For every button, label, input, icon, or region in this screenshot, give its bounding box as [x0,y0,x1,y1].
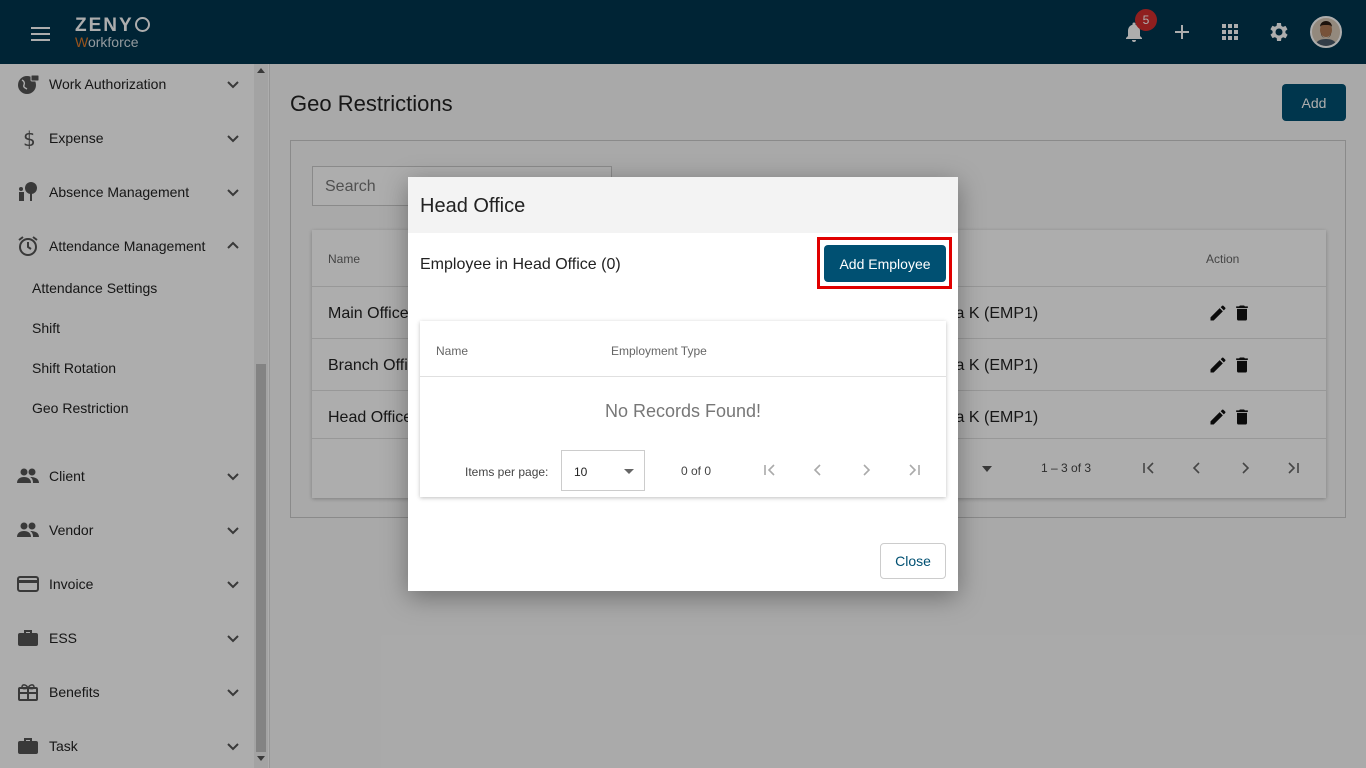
column-header-employment-type[interactable]: Employment Type [611,344,707,358]
items-per-page-select[interactable]: 10 [561,450,645,491]
paginator-range: 0 of 0 [681,464,712,478]
close-button[interactable]: Close [880,543,946,579]
divider [420,376,946,377]
dialog-header: Head Office [408,177,958,233]
column-header-name[interactable]: Name [436,344,468,358]
dialog-title: Head Office [420,195,526,217]
empty-message: No Records Found! [604,401,762,421]
employee-count-label: Employee in Head Office (0) [420,256,621,273]
last-page-icon[interactable] [906,462,922,478]
next-page-icon[interactable] [858,462,874,478]
caret-down-icon [624,469,634,474]
first-page-icon[interactable] [762,462,778,478]
previous-page-icon[interactable] [810,462,826,478]
items-per-page-value: 10 [574,465,588,479]
add-employee-button[interactable]: Add Employee [824,245,946,282]
employee-table: Name Employment Type No Records Found! I… [420,321,946,497]
items-per-page-label: Items per page: [465,465,549,479]
head-office-dialog: Head Office Employee in Head Office (0) … [408,177,958,591]
